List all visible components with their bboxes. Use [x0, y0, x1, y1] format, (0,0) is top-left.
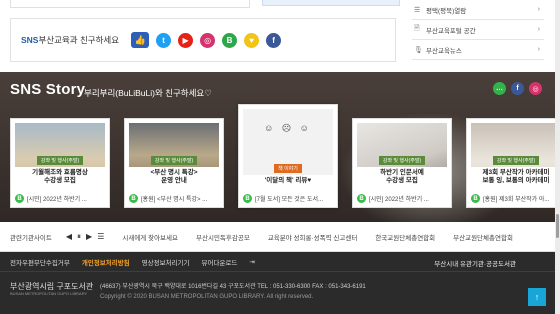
story-card-footer: B [홍원] <부산 명시 특강> ... — [129, 194, 219, 203]
story-card-footer: B [7월 도서] 모든 것은 도서... — [243, 194, 333, 203]
story-card-footer: B [홍원] 제3회 부산작가 아... — [471, 194, 560, 203]
chevron-right-icon: › — [537, 46, 540, 53]
related-site-link[interactable]: 교육분야 성희롱·성폭력 신고센터 — [268, 232, 358, 242]
footer-copyright: Copyright © 2020 BUSAN METROPOLITAN GUPO… — [100, 294, 314, 301]
story-card-footer: B [시민] 2022년 하반기 ... — [15, 194, 105, 203]
footer-menu-item[interactable]: 전자우편무단수집거부 — [10, 257, 70, 267]
story-card-text: [홍원] 제3회 부산작가 아... — [483, 197, 550, 203]
top-panel — [10, 0, 250, 8]
scrollbar[interactable] — [555, 0, 560, 314]
external-link-icon[interactable]: ⇥ — [249, 258, 254, 266]
carousel-controls: ◀ ⏸ ▶ ☰ — [66, 232, 104, 242]
story-card-text: [7월 도서] 모든 것은 도서... — [255, 197, 324, 203]
story-card[interactable]: 강좌 및 행사(주말) 제3회 부산작가 아카데미 보통 잉, 보통의 아카데미 B[… — [466, 118, 560, 208]
footer-menu-item[interactable]: 영상정보처리기기 — [142, 257, 190, 267]
side-link-label: 평택(평북)열람 — [426, 7, 467, 15]
story-card-tag: 강좌 및 행사(주말) — [36, 156, 84, 166]
story-card[interactable]: 강좌 및 행사(주말) <부산 명시 특강> 운영 안내 B [홍원] <부산 명시 특… — [124, 118, 224, 208]
next-icon[interactable]: ▶ — [86, 232, 92, 242]
story-card-tag: 강좌 및 행사(주말) — [378, 156, 426, 166]
story-card-text: [시민] 2022년 하반기 ... — [27, 197, 87, 203]
chevron-right-icon: › — [537, 26, 540, 33]
story-card-caption: 제3회 부산작가 아카데미 보통 잉, 보통의 아카데미 — [471, 167, 560, 187]
related-sites-title: 관련기관사이트 — [10, 234, 52, 242]
twitter-icon[interactable]: t — [156, 32, 172, 48]
story-card-caption: <부산 명시 특강> 운영 안내 — [129, 167, 219, 187]
thumbs-up-icon[interactable]: 👍 — [131, 32, 150, 48]
side-link-icon: 🗎 — [414, 25, 420, 32]
side-link-icon: 🎙 — [414, 46, 423, 54]
side-link-label: 부산교육포털 공간 — [426, 27, 476, 35]
kakao-icon[interactable]: … — [493, 82, 506, 95]
menu-icon[interactable]: ☰ — [97, 232, 104, 242]
sns-story-section: SNS Story 부리부리(BuLiBuLi)와 친구하세요♡ … f ◎ 강좌 … — [0, 72, 560, 222]
story-card-list: 강좌 및 행사(주말) 기월해조와 효름명상 수강생 모집 B [시민] 2022년 하… — [10, 104, 560, 208]
chevron-right-icon: › — [537, 6, 540, 13]
instagram-icon[interactable]: ◎ — [200, 32, 216, 48]
story-social-icons: … f ◎ — [493, 82, 542, 95]
blog-icon: B — [243, 194, 252, 203]
story-card-text: [홍원] <부산 명시 특강> ... — [141, 197, 208, 203]
story-card-tag: 강좌 및 행사(주말) — [150, 156, 198, 166]
pause-icon[interactable]: ⏸ — [77, 232, 81, 242]
scroll-top-button[interactable]: ↑ — [528, 288, 546, 306]
story-card-caption: 기월해조와 효름명상 수강생 모집 — [15, 167, 105, 187]
blog-icon: B — [15, 194, 24, 203]
scrollbar-thumb[interactable] — [556, 214, 559, 238]
footer-menu-item[interactable]: 뷰어다운로드 — [202, 257, 238, 267]
story-card[interactable]: ☺ ☹ ☺ 책 이야기 '이달의 책' 리뷰♥ B [7월 도서] 모든 것은 도서..… — [238, 104, 338, 208]
story-card-text: [시민] 2022년 하반기 ... — [369, 197, 429, 203]
doodle-faces: ☺ ☹ ☺ — [264, 123, 312, 133]
story-card-image: 강좌 및 행사(주말) 기월해조와 효름명상 수강생 모집 — [15, 123, 105, 187]
related-sites-bar: 관련기관사이트 ◀ ⏸ ▶ ☰ 시새에게 찾아보세요 부산시민독후감공모 교육분야 성희롱… — [0, 222, 560, 252]
blog-icon: B — [357, 194, 366, 203]
related-site-link[interactable]: 한국교원단체총연합회 — [375, 232, 435, 242]
sns-friends-bar: SNS부산교육과 친구하세요 👍 t ▶ ◎ B ♥ f — [10, 18, 396, 62]
story-card-tag: 강좌 및 행사(주말) — [492, 156, 540, 166]
library-logo: 부산광역시립 구포도서관 BUSAN METROPOLITAN GUPO LIB… — [10, 282, 93, 296]
related-site-link[interactable]: 부산교원단체총연합회 — [453, 232, 513, 242]
footer-address-block: (46637) 부산광역시 북구 백양대로 1016번다길 43 구포도서관 T… — [100, 282, 366, 302]
story-card-caption: '이달의 책' 리뷰♥ — [243, 174, 333, 187]
footer: 전자우편무단수집거부 개인정보처리방침 영상정보처리기기 뷰어다운로드 ⇥ 부산시내 유… — [0, 252, 560, 314]
side-link-icon: ☰ — [414, 6, 421, 14]
youtube-icon[interactable]: ▶ — [178, 32, 194, 48]
sns-friends-label: SNS부산교육과 친구하세요 — [21, 35, 120, 45]
story-card-caption: 하반기 인문서예 수강생 모집 — [357, 167, 447, 187]
related-site-link[interactable]: 시새에게 찾아보세요 — [122, 232, 178, 242]
story-card-tag: 책 이야기 — [274, 163, 302, 173]
side-link-item[interactable]: 🗎 부산교육포털 공간 › — [412, 20, 544, 40]
idea-icon[interactable]: ♥ — [244, 32, 260, 48]
sns-story-subtitle: 부리부리(BuLiBuLi)와 친구하세요♡ — [84, 88, 212, 98]
footer-menu-item[interactable]: 개인정보처리방침 — [82, 257, 130, 267]
sns-icon-group: 👍 t ▶ ◎ B ♥ f — [131, 32, 282, 48]
prev-icon[interactable]: ◀ — [66, 232, 72, 242]
related-site-link[interactable]: 부산시민독후감공모 — [196, 232, 250, 242]
footer-address: (46637) 부산광역시 북구 백양대로 1016번다길 43 구포도서관 T… — [100, 284, 366, 290]
blog-icon: B — [129, 194, 138, 203]
blog-icon: B — [471, 194, 480, 203]
story-card-image: ☺ ☹ ☺ 책 이야기 '이달의 책' 리뷰♥ — [243, 109, 333, 187]
side-link-list: ☰ 평택(평북)열람 › 🗎 부산교육포털 공간 › 🎙 부산교육뉴스 › — [412, 0, 544, 60]
story-card-footer: B [시민] 2022년 하반기 ... — [357, 194, 447, 203]
facebook-icon[interactable]: f — [266, 32, 282, 48]
story-card-image: 강좌 및 행사(주말) 제3회 부산작가 아카데미 보통 잉, 보통의 아카데미 — [471, 123, 560, 187]
top-banner[interactable] — [262, 0, 400, 6]
story-card[interactable]: 강좌 및 행사(주말) 기월해조와 효름명상 수강생 모집 B [시민] 2022년 하… — [10, 118, 110, 208]
logo-english: BUSAN METROPOLITAN GUPO LIBRARY — [10, 290, 88, 296]
story-card-image: 강좌 및 행사(주말) <부산 명시 특강> 운영 안내 — [129, 123, 219, 187]
blog-icon[interactable]: B — [222, 32, 238, 48]
instagram-icon[interactable]: ◎ — [529, 82, 542, 95]
story-card-image: 강좌 및 행사(주말) 하반기 인문서예 수강생 모집 — [357, 123, 447, 187]
story-card[interactable]: 강좌 및 행사(주말) 하반기 인문서예 수강생 모집 B [시민] 2022년 하반기… — [352, 118, 452, 208]
related-institutions-select[interactable]: 부산시내 유관기관·공공도서관 — [434, 258, 516, 268]
side-link-item[interactable]: ☰ 평택(평북)열람 › — [412, 0, 544, 20]
side-link-item[interactable]: 🎙 부산교육뉴스 › — [412, 40, 544, 60]
sns-story-title: SNS Story — [10, 81, 86, 98]
facebook-icon[interactable]: f — [511, 82, 524, 95]
side-link-label: 부산교육뉴스 — [426, 47, 462, 55]
